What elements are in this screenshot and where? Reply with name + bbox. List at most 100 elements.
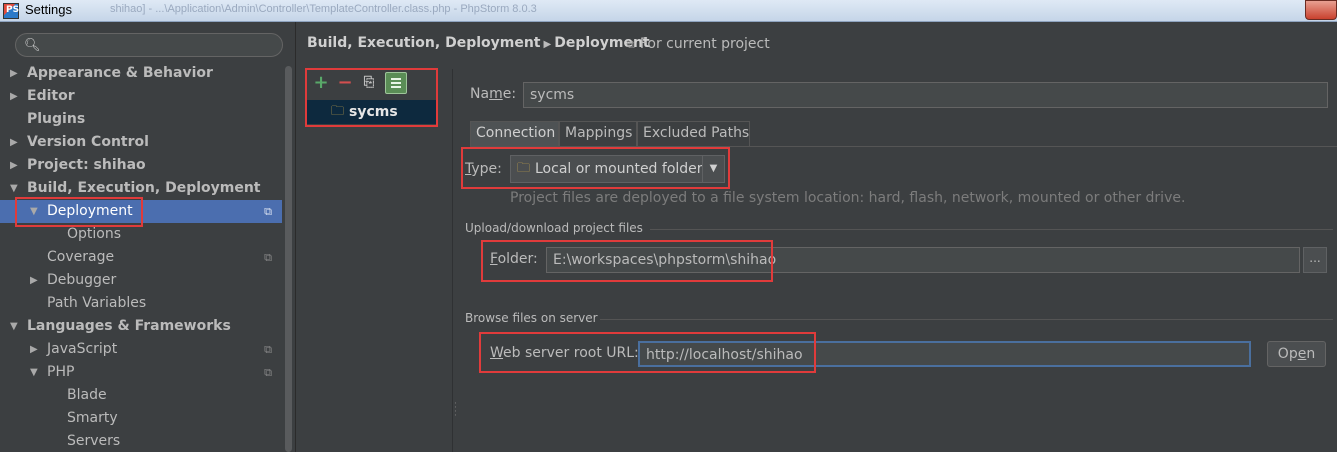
sidebar-item-label: JavaScript [47, 341, 118, 357]
chevron-down-icon[interactable]: ▼ [10, 315, 18, 338]
sidebar-item-label: Options [67, 226, 122, 242]
default-icon-line [391, 86, 401, 88]
chevron-right-icon[interactable]: ▶ [10, 85, 18, 108]
folder-label-mnemonic: F [490, 251, 498, 267]
sidebar-item-label: Languages & Frameworks [27, 318, 231, 334]
phpstorm-icon: PS [3, 3, 19, 19]
server-form: Name: sycms Connection Mappings Excluded… [455, 69, 1337, 452]
copy-server-button[interactable]: ⎘ [359, 73, 379, 93]
server-list-pane: + − ⎘ 🗀︎ sycms [307, 69, 453, 452]
add-server-button[interactable]: + [311, 73, 331, 93]
settings-tree: ▶ Appearance & Behavior ▶ Editor Plugins ▶ Ver… [0, 62, 282, 452]
sidebar-item-label: Appearance & Behavior [27, 65, 213, 81]
close-window-button[interactable] [1305, 0, 1337, 20]
breadcrumb-parent: Build, Execution, Deployment [307, 35, 541, 51]
tab-mappings[interactable]: Mappings [559, 121, 637, 146]
sidebar-item-blade[interactable]: Blade [0, 384, 282, 407]
settings-search-input[interactable]: 🔍︎ [15, 33, 283, 57]
sidebar-item-smarty[interactable]: Smarty [0, 407, 282, 430]
sidebar-item-label: Servers [67, 433, 121, 449]
browse-section-divider [600, 319, 1333, 320]
project-scope-label: For current project [639, 36, 770, 52]
sidebar-item-debugger[interactable]: ▶ Debugger [0, 269, 282, 292]
sidebar-item-deployment[interactable]: ▼ Deployment ⧉ [0, 200, 282, 223]
sidebar-item-label: Version Control [27, 134, 149, 150]
sidebar-item-build-execution-deployment[interactable]: ▼ Build, Execution, Deployment [0, 177, 282, 200]
browse-folder-button[interactable]: ... [1303, 247, 1327, 273]
chevron-right-icon[interactable]: ▶ [30, 338, 38, 361]
web-url-label-mnemonic: W [490, 345, 504, 361]
name-label-mnemonic: m [489, 86, 503, 102]
title-bar: PS Settings shihao] - ...\Application\Ad… [0, 0, 1337, 22]
chevron-down-icon[interactable]: ▼ [702, 156, 724, 182]
upload-section-divider [650, 229, 1333, 230]
tab-connection[interactable]: Connection [470, 121, 559, 146]
sidebar-item-label: Coverage [47, 249, 115, 265]
breadcrumb-separator-icon: ▶ [543, 39, 552, 50]
type-select[interactable]: 🗀︎ Local or mounted folder ▼ [510, 155, 725, 183]
sidebar-item-label: Deployment [47, 203, 133, 219]
chevron-right-icon[interactable]: ▶ [30, 269, 38, 292]
name-label-text: Na [470, 86, 490, 102]
default-icon [391, 78, 401, 80]
project-level-icon: ⧉ [264, 251, 272, 264]
local-folder-icon: 🗀︎ [517, 161, 531, 176]
open-label: Op [1277, 346, 1298, 362]
browse-section-title: Browse files on server [465, 311, 598, 325]
server-item-sycms[interactable]: 🗀︎ sycms [307, 100, 437, 124]
tab-excluded-paths[interactable]: Excluded Paths [637, 121, 750, 146]
sidebar-item-editor[interactable]: ▶ Editor [0, 85, 282, 108]
sidebar-item-coverage[interactable]: Coverage ⧉ [0, 246, 282, 269]
web-server-root-url-input[interactable]: http://localhost/shihao [638, 341, 1251, 367]
web-url-label-text: eb server root URL: [503, 345, 639, 361]
sidebar-item-appearance-behavior[interactable]: ▶ Appearance & Behavior [0, 62, 282, 85]
settings-sidebar: 🔍︎ ▶ Appearance & Behavior ▶ Editor Plugins ▶… [0, 22, 296, 452]
open-url-button[interactable]: Open [1267, 341, 1326, 367]
sidebar-item-label: Build, Execution, Deployment [27, 180, 261, 196]
sidebar-item-label: Debugger [47, 272, 117, 288]
folder-label-text: older: [497, 251, 538, 267]
chevron-right-icon[interactable]: ▶ [10, 62, 18, 85]
chevron-down-icon[interactable]: ▼ [30, 200, 38, 223]
window-title: Settings [25, 2, 72, 17]
project-level-icon: ⧉ [264, 205, 272, 218]
sidebar-item-javascript[interactable]: ▶ JavaScript ⧉ [0, 338, 282, 361]
sidebar-item-languages-frameworks[interactable]: ▼ Languages & Frameworks [0, 315, 282, 338]
sidebar-item-project-shihao[interactable]: ▶ Project: shihao [0, 154, 282, 177]
server-toolbar: + − ⎘ [307, 69, 435, 99]
project-scope-icon: ⧉ [627, 38, 635, 51]
sidebar-item-label: Blade [67, 387, 107, 403]
type-select-value: Local or mounted folder [535, 161, 703, 177]
sidebar-item-path-variables[interactable]: Path Variables [0, 292, 282, 315]
project-scope-note: ⧉ For current project [627, 36, 770, 52]
window-subtitle: shihao] - ...\Application\Admin\Controll… [110, 3, 537, 15]
type-label: Type: [465, 161, 502, 177]
remove-server-button[interactable]: − [335, 73, 355, 93]
sidebar-scrollbar[interactable] [284, 66, 293, 452]
chevron-right-icon[interactable]: ▶ [10, 131, 18, 154]
sidebar-item-label: Smarty [67, 410, 118, 426]
default-icon-line [391, 82, 401, 84]
use-as-default-button[interactable] [385, 72, 407, 94]
chevron-right-icon[interactable]: ▶ [10, 154, 18, 177]
sidebar-item-label: Plugins [27, 111, 86, 127]
web-url-label: Web server root URL: [490, 345, 639, 361]
folder-server-icon: 🗀︎ [331, 104, 345, 119]
sidebar-item-php[interactable]: ▼ PHP ⧉ [0, 361, 282, 384]
sidebar-item-label: Path Variables [47, 295, 147, 311]
folder-input[interactable]: E:\workspaces\phpstorm\shihao [546, 247, 1300, 273]
sidebar-scrollbar-thumb[interactable] [285, 66, 292, 452]
type-label-text: ype: [471, 161, 502, 177]
sidebar-item-label: Project: shihao [27, 157, 146, 173]
type-hint: Project files are deployed to a file sys… [510, 190, 1186, 206]
sidebar-item-plugins[interactable]: Plugins [0, 108, 282, 131]
breadcrumb: Build, Execution, Deployment ▶ Deployment [307, 35, 650, 51]
sidebar-item-options[interactable]: Options [0, 223, 282, 246]
settings-main: Build, Execution, Deployment ▶ Deployment … [297, 22, 1337, 452]
chevron-down-icon[interactable]: ▼ [30, 361, 38, 384]
sidebar-item-version-control[interactable]: ▶ Version Control [0, 131, 282, 154]
name-label: Name: [470, 86, 516, 102]
chevron-down-icon[interactable]: ▼ [10, 177, 18, 200]
sidebar-item-servers[interactable]: Servers [0, 430, 282, 452]
name-input[interactable]: sycms [523, 82, 1328, 108]
